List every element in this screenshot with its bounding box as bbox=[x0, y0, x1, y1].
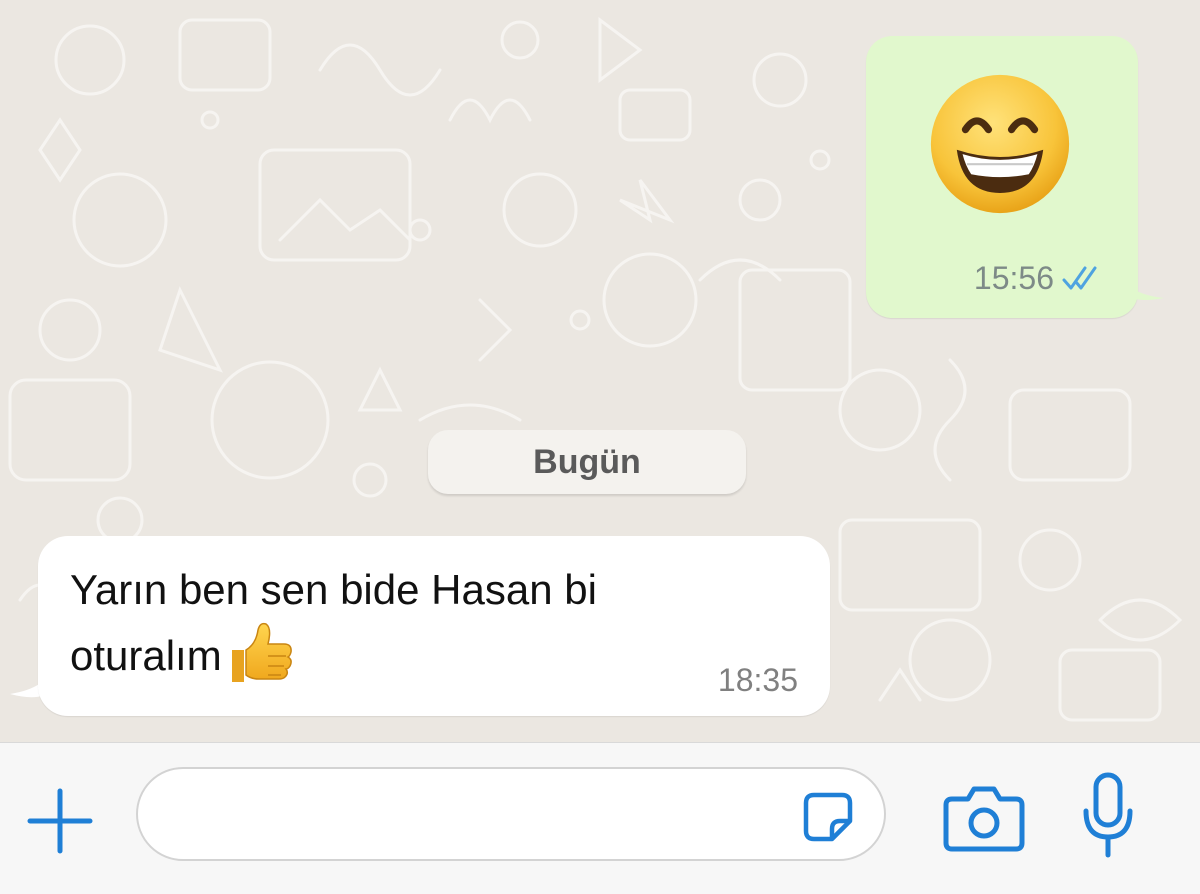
incoming-message-bubble[interactable]: Yarın ben sen bide Hasan bi oturalım 18:… bbox=[38, 536, 830, 716]
grinning-face-with-smiling-eyes-icon bbox=[928, 72, 1072, 216]
incoming-message-line-2-wrap: oturalım bbox=[70, 622, 770, 688]
chat-screen: 15:56 Bugün Yarın ben sen bide Hasan bi … bbox=[0, 0, 1200, 894]
incoming-message-line-2: oturalım bbox=[70, 632, 222, 679]
thumbs-up-icon bbox=[228, 622, 294, 686]
camera-icon[interactable] bbox=[942, 781, 1026, 853]
outgoing-bubble-tail bbox=[1120, 272, 1164, 300]
outgoing-message-meta: 15:56 bbox=[974, 260, 1104, 297]
plus-icon[interactable] bbox=[22, 783, 98, 859]
message-input-bar bbox=[0, 742, 1200, 894]
message-input[interactable] bbox=[136, 767, 886, 861]
incoming-message-time: 18:35 bbox=[717, 662, 798, 698]
sticker-icon[interactable] bbox=[800, 789, 856, 845]
outgoing-message-bubble[interactable]: 15:56 bbox=[866, 36, 1138, 318]
microphone-icon[interactable] bbox=[1080, 771, 1136, 861]
double-check-read-icon bbox=[1062, 266, 1104, 292]
date-separator: Bugün bbox=[428, 430, 746, 494]
incoming-message-text: Yarın ben sen bide Hasan bi oturalım bbox=[70, 558, 770, 688]
incoming-message-line-1: Yarın ben sen bide Hasan bi bbox=[70, 566, 597, 613]
outgoing-message-time: 15:56 bbox=[973, 260, 1054, 296]
chat-area[interactable]: 15:56 Bugün Yarın ben sen bide Hasan bi … bbox=[0, 0, 1200, 742]
